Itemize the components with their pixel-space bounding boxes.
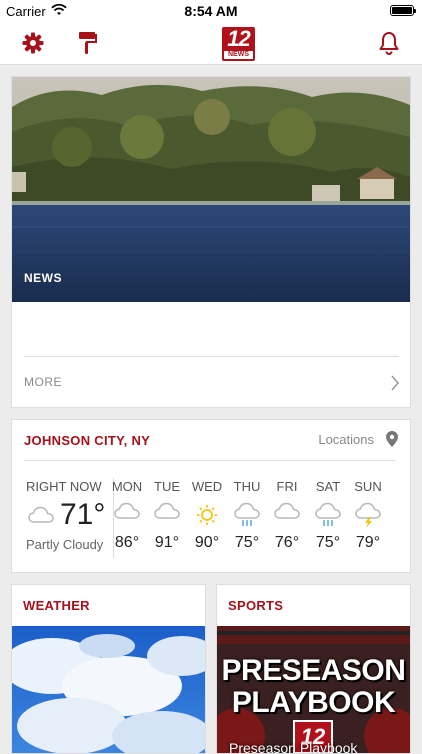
lake-photo bbox=[12, 77, 410, 302]
divider bbox=[24, 356, 399, 357]
forecast-day: SAT 75° bbox=[308, 479, 348, 552]
weather-tile-title: WEATHER bbox=[23, 598, 90, 613]
cloud-icon bbox=[28, 506, 54, 523]
location-pin-icon[interactable] bbox=[386, 431, 398, 447]
current-condition: Partly Cloudy bbox=[26, 537, 104, 552]
forecast-day: SUN 79° bbox=[348, 479, 388, 552]
forecast-day: WED 90° bbox=[187, 479, 227, 552]
sports-promo-image: PRESEASON PLAYBOOK 12 Preseason Playbook bbox=[217, 626, 410, 754]
divider bbox=[24, 460, 396, 461]
bell-icon[interactable] bbox=[378, 31, 400, 55]
sports-caption: Preseason Playbook bbox=[229, 740, 358, 754]
sun-icon bbox=[197, 505, 217, 525]
forecast-day-name: MON bbox=[111, 479, 143, 494]
forecast-day-name: SUN bbox=[354, 479, 382, 494]
sports-tile[interactable]: SPORTS PRESEASON PLAYBOOK 12 Preseason P… bbox=[216, 584, 411, 754]
location-name: JOHNSON CITY, NY bbox=[24, 433, 151, 448]
cloud-icon bbox=[114, 502, 140, 519]
sky-image bbox=[12, 626, 205, 753]
cloud-icon bbox=[274, 502, 300, 519]
promo-line-2: PLAYBOOK bbox=[231, 686, 396, 719]
cloud-icon bbox=[154, 502, 180, 519]
forecast-temperature: 76° bbox=[274, 534, 300, 551]
forecast-day-name: FRI bbox=[276, 479, 298, 494]
status-bar: Carrier 8:54 AM bbox=[0, 0, 422, 22]
rain-icon bbox=[315, 502, 341, 526]
forecast-day-name: TUE bbox=[154, 479, 180, 494]
forecast-day: THU 75° bbox=[227, 479, 267, 552]
forecast-temperature: 91° bbox=[154, 534, 180, 551]
news-category-tag: NEWS bbox=[24, 271, 62, 285]
forecast-temperature: 79° bbox=[355, 534, 381, 551]
forecast-day-name: SAT bbox=[315, 479, 341, 494]
clock: 8:54 AM bbox=[184, 3, 238, 19]
paint-roller-icon[interactable] bbox=[78, 31, 98, 55]
thunderstorm-icon bbox=[355, 502, 381, 528]
news-hero-image[interactable]: NEWS bbox=[12, 77, 410, 302]
forecast-temperature: 75° bbox=[315, 534, 341, 551]
forecast-day: MON 86° bbox=[107, 479, 147, 552]
forecast-temperature: 75° bbox=[234, 534, 260, 551]
forecast-day-name: THU bbox=[233, 479, 261, 494]
right-now-label: RIGHT NOW bbox=[26, 479, 102, 494]
rain-icon bbox=[234, 502, 260, 526]
current-temperature: 71° bbox=[60, 498, 106, 531]
battery-icon bbox=[390, 5, 416, 16]
weather-card[interactable]: JOHNSON CITY, NY Locations RIGHT NOW 71°… bbox=[11, 419, 411, 573]
more-link[interactable]: MORE bbox=[24, 375, 62, 389]
station-logo[interactable]: 12 NEWS bbox=[222, 27, 255, 61]
promo-line-1: PRESEASON bbox=[221, 654, 406, 687]
gear-icon[interactable] bbox=[22, 32, 44, 54]
top-navbar: 12 NEWS bbox=[0, 22, 422, 65]
chevron-right-icon[interactable] bbox=[390, 375, 400, 391]
forecast-day: FRI 76° bbox=[267, 479, 307, 552]
news-card[interactable]: NEWS MORE bbox=[11, 76, 411, 408]
locations-button[interactable]: Locations bbox=[318, 432, 374, 447]
forecast-day: TUE 91° bbox=[147, 479, 187, 552]
forecast-temperature: 90° bbox=[194, 534, 220, 551]
forecast-temperature: 86° bbox=[114, 534, 140, 551]
weather-tile[interactable]: WEATHER bbox=[11, 584, 206, 754]
forecast-day-name: WED bbox=[191, 479, 223, 494]
sports-tile-title: SPORTS bbox=[228, 598, 284, 613]
